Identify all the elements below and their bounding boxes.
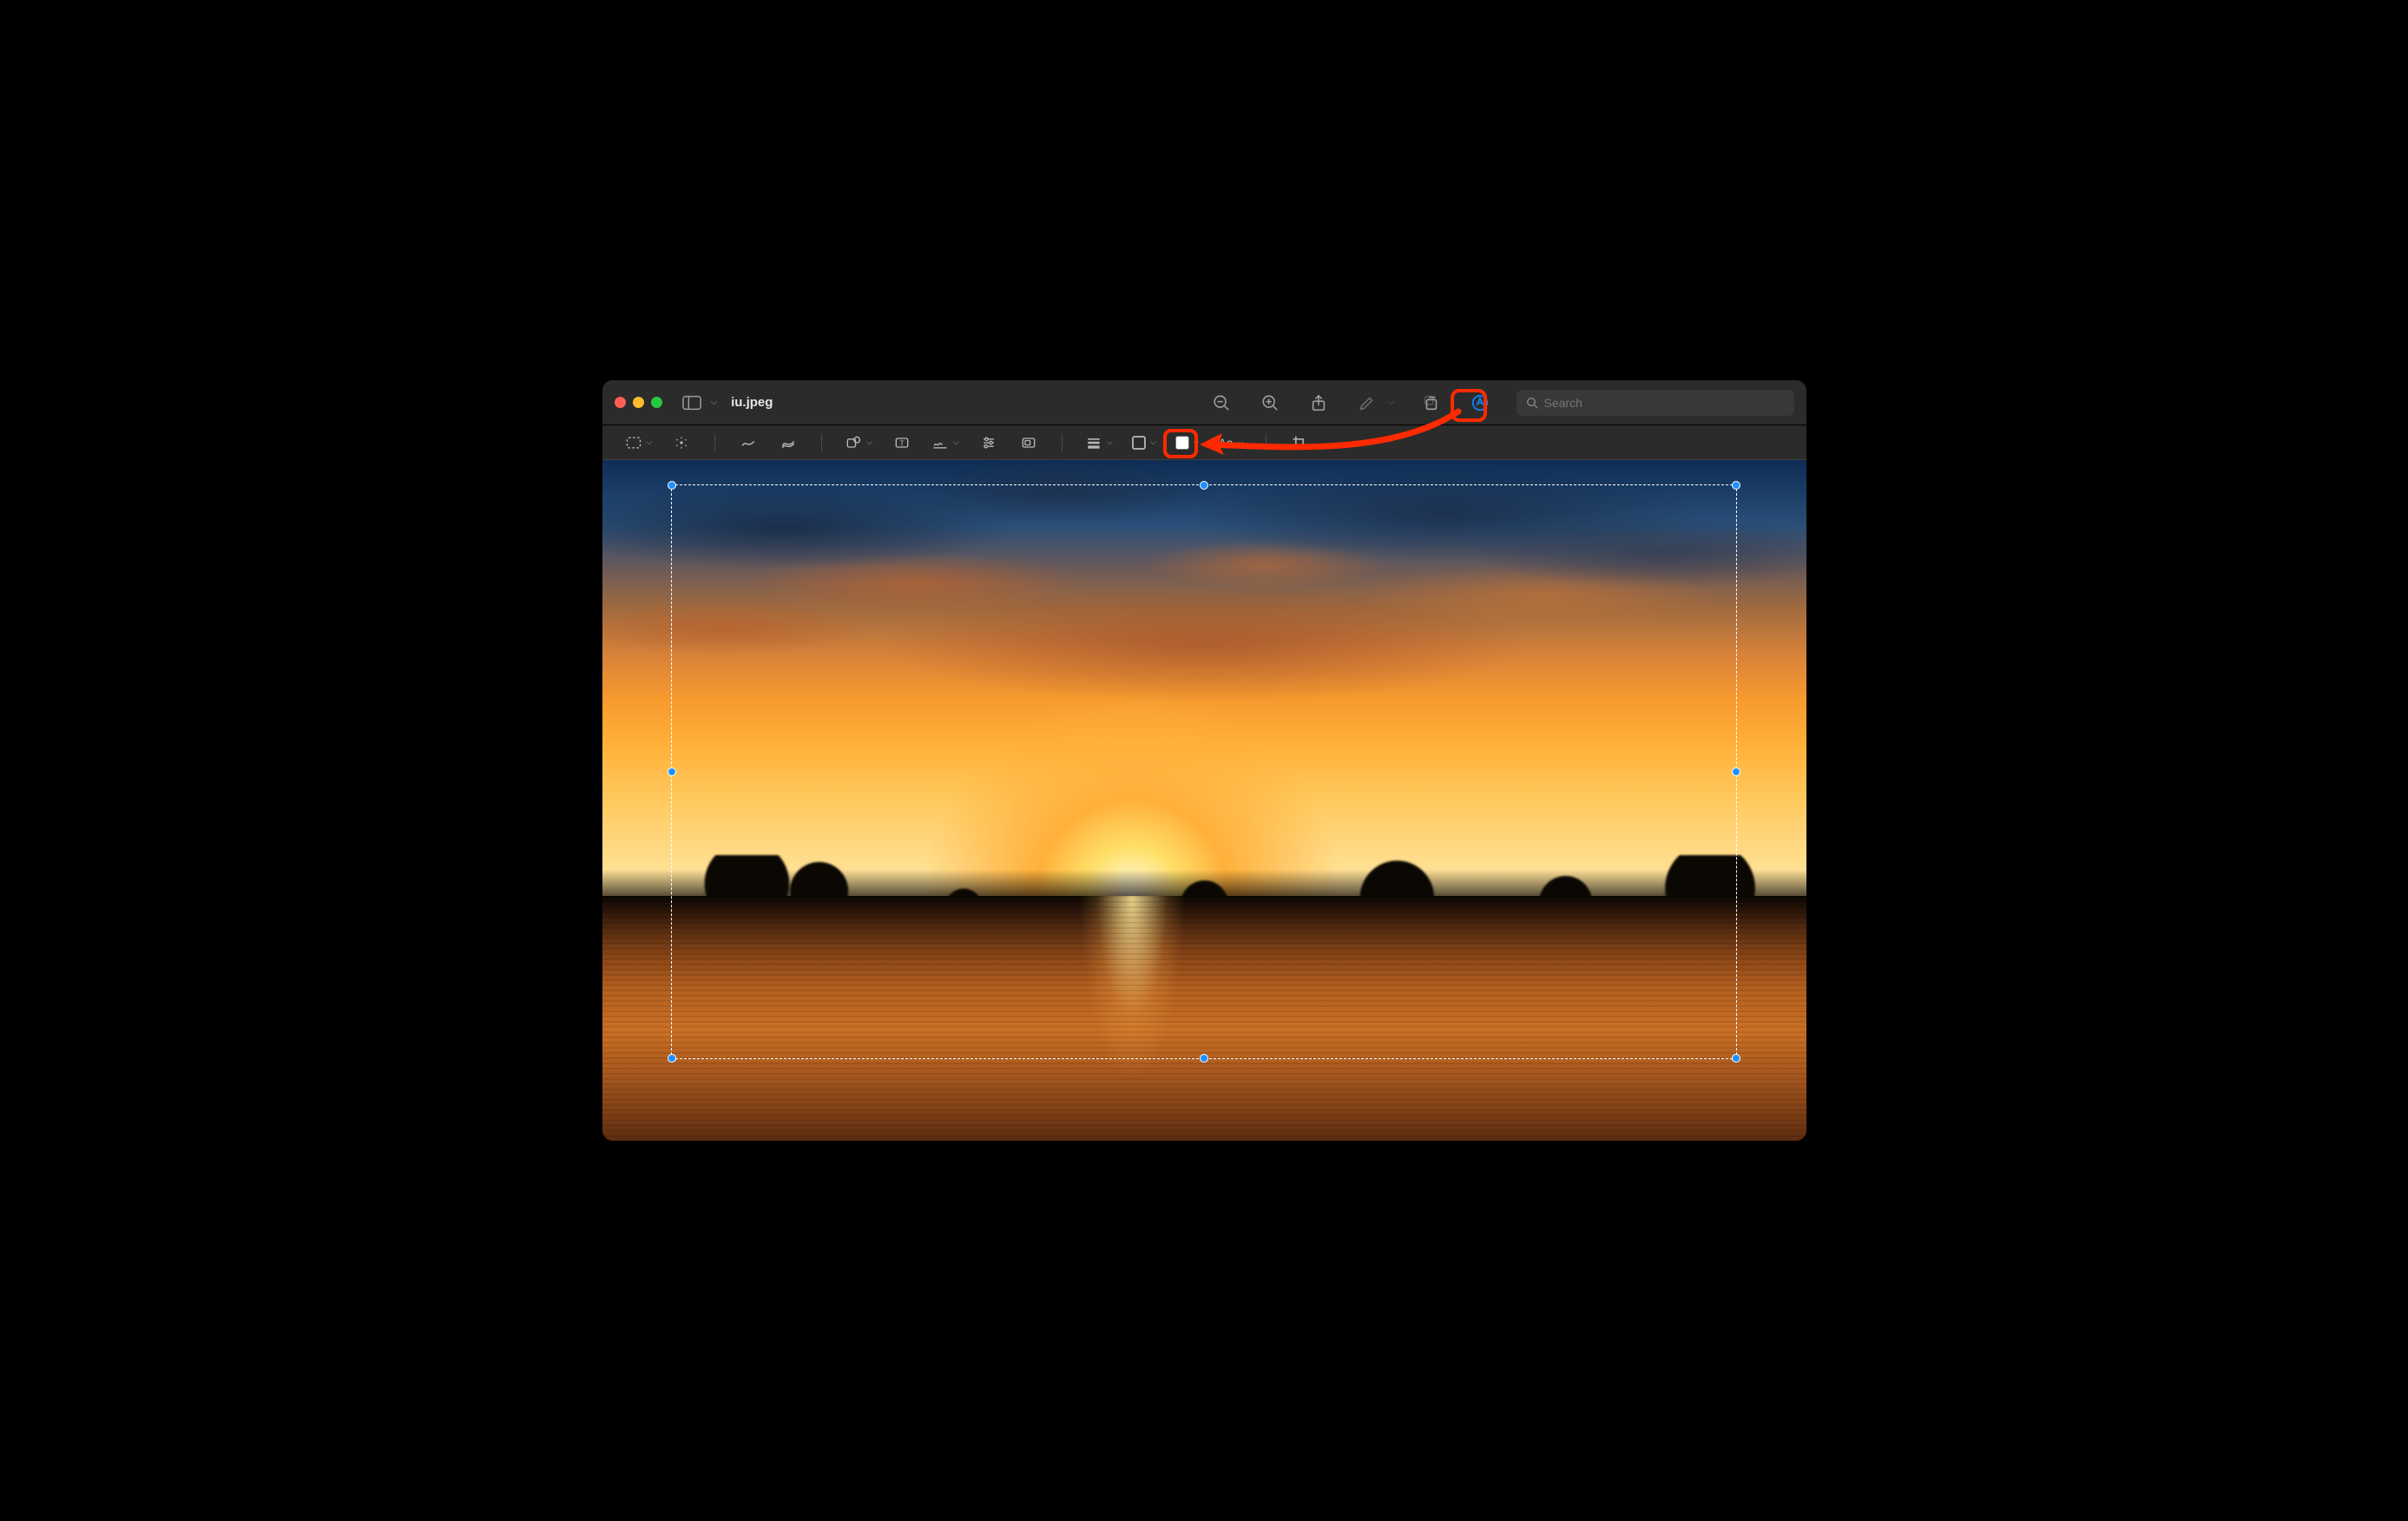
sidebar-toggle-button[interactable] bbox=[680, 393, 704, 412]
image-content bbox=[602, 460, 1806, 1141]
svg-text:T: T bbox=[900, 438, 905, 447]
text-style-button[interactable]: Aa⌵ bbox=[1216, 431, 1245, 455]
rotate-button[interactable] bbox=[1419, 391, 1444, 415]
sketch-tool-button[interactable] bbox=[736, 431, 760, 455]
selection-tool-button[interactable]: ⌵ bbox=[623, 431, 655, 455]
crop-handle-top-middle[interactable] bbox=[1200, 481, 1208, 490]
zoom-out-button[interactable] bbox=[1209, 391, 1234, 415]
fill-color-button[interactable]: ⌵ bbox=[1174, 431, 1201, 455]
border-swatch-icon bbox=[1132, 436, 1146, 450]
preview-window: ⌵ iu.jpeg bbox=[602, 380, 1806, 1141]
crop-handle-bottom-left[interactable] bbox=[668, 1054, 676, 1063]
titlebar: ⌵ iu.jpeg bbox=[602, 380, 1806, 425]
zoom-window-button[interactable] bbox=[651, 397, 662, 408]
image-canvas[interactable] bbox=[602, 460, 1806, 1141]
shape-style-button[interactable]: ⌵ bbox=[1083, 431, 1115, 455]
crop-tool-button[interactable] bbox=[1287, 431, 1312, 455]
toolbar-divider bbox=[1062, 434, 1063, 451]
adjust-size-button[interactable] bbox=[1016, 431, 1041, 455]
crop-handle-middle-right[interactable] bbox=[1732, 767, 1740, 776]
crop-handle-bottom-right[interactable] bbox=[1732, 1054, 1740, 1063]
text-style-label: Aa bbox=[1218, 436, 1233, 450]
crop-handle-top-left[interactable] bbox=[668, 481, 676, 490]
window-title: iu.jpeg bbox=[731, 395, 773, 410]
markup-toggle-button[interactable] bbox=[1468, 391, 1492, 415]
draw-tool-button[interactable] bbox=[776, 431, 800, 455]
sign-tool-button[interactable]: ⌵ bbox=[930, 431, 961, 455]
highlight-dropdown[interactable]: ⌵ bbox=[1388, 398, 1395, 407]
search-field[interactable] bbox=[1517, 390, 1794, 416]
share-button[interactable] bbox=[1306, 391, 1331, 415]
close-window-button[interactable] bbox=[615, 397, 626, 408]
text-tool-button[interactable]: T bbox=[890, 431, 914, 455]
crop-handle-top-right[interactable] bbox=[1732, 481, 1740, 490]
fill-swatch-icon bbox=[1175, 436, 1189, 450]
crop-handle-bottom-middle[interactable] bbox=[1200, 1054, 1208, 1063]
toolbar-divider bbox=[821, 434, 822, 451]
search-input[interactable] bbox=[1544, 396, 1786, 410]
search-icon bbox=[1525, 396, 1539, 410]
sidebar-toggle-dropdown[interactable]: ⌵ bbox=[711, 398, 718, 407]
toolbar-divider bbox=[1266, 434, 1267, 451]
markup-toolbar: ⌵ ⌵ T ⌵ ⌵ ⌵ bbox=[602, 425, 1806, 460]
titlebar-actions: ⌵ bbox=[1209, 390, 1794, 416]
minimize-window-button[interactable] bbox=[633, 397, 644, 408]
border-color-button[interactable]: ⌵ bbox=[1130, 431, 1158, 455]
zoom-in-button[interactable] bbox=[1258, 391, 1282, 415]
traffic-lights bbox=[615, 397, 662, 408]
adjust-color-button[interactable] bbox=[977, 431, 1001, 455]
shapes-tool-button[interactable]: ⌵ bbox=[843, 431, 874, 455]
toolbar-divider bbox=[714, 434, 715, 451]
highlight-button[interactable] bbox=[1355, 391, 1379, 415]
instant-alpha-button[interactable] bbox=[669, 431, 694, 455]
crop-handle-middle-left[interactable] bbox=[668, 767, 676, 776]
